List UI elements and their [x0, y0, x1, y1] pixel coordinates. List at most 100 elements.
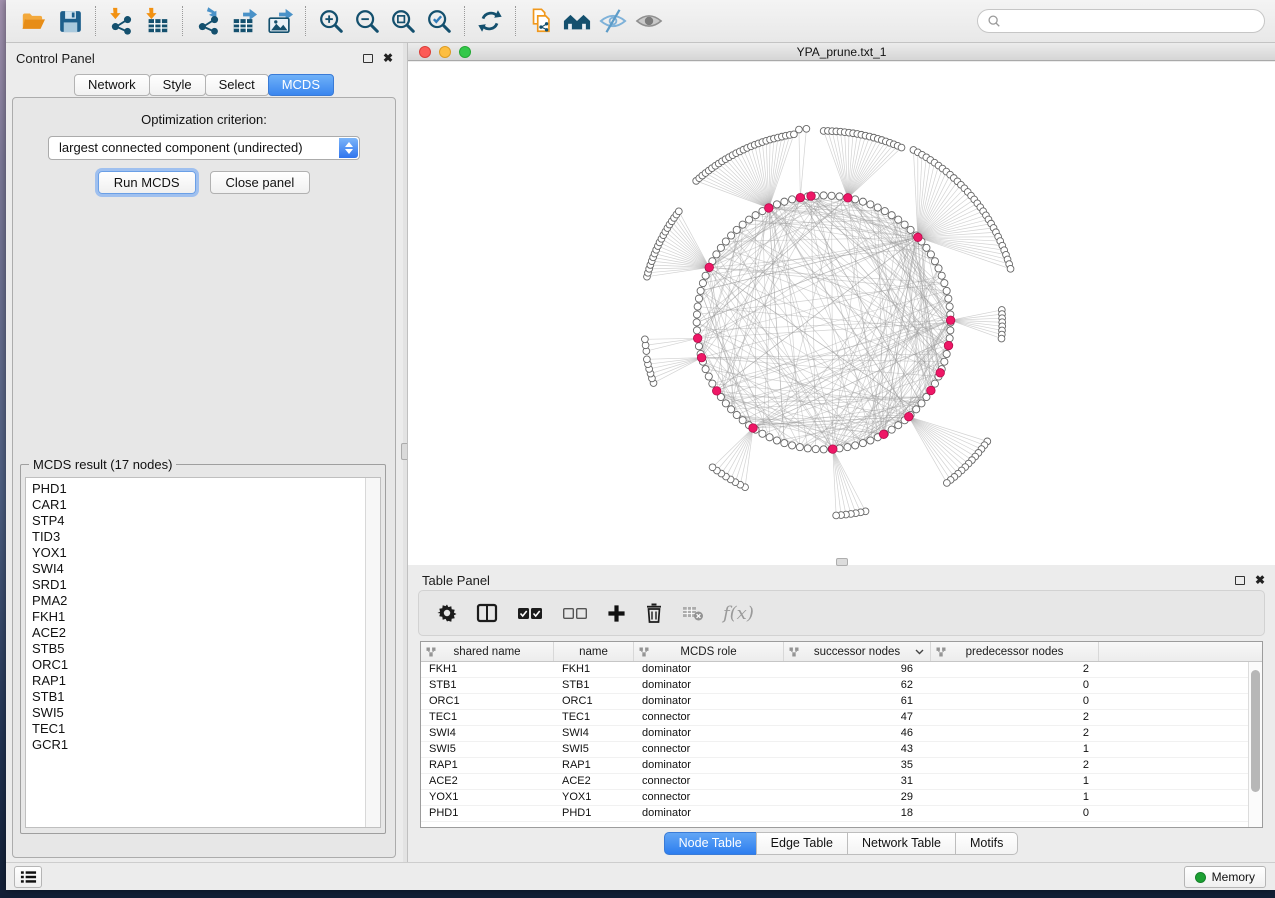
table-row[interactable]: ACE2ACE2connector311: [421, 774, 1262, 790]
hide-selected-button[interactable]: [595, 4, 631, 38]
maximize-traffic-light[interactable]: [459, 46, 471, 58]
zoom-selected-icon: [425, 7, 453, 35]
search-box[interactable]: [977, 9, 1265, 33]
tab-mcds[interactable]: MCDS: [268, 74, 334, 96]
mcds-result-item[interactable]: TEC1: [32, 721, 365, 737]
column-header-name[interactable]: name: [554, 642, 634, 661]
mcds-result-item[interactable]: PMA2: [32, 593, 365, 609]
mcds-result-item[interactable]: RAP1: [32, 673, 365, 689]
tab-select[interactable]: Select: [205, 74, 269, 96]
search-input[interactable]: [1007, 14, 1255, 28]
float-panel-icon[interactable]: [1235, 576, 1245, 585]
export-image-button[interactable]: [262, 4, 298, 38]
task-history-button[interactable]: [14, 866, 42, 888]
table-body: FKH1FKH1dominator962STB1STB1dominator620…: [421, 662, 1262, 822]
column-header-successor-nodes[interactable]: successor nodes: [784, 642, 931, 661]
zoom-fit-button[interactable]: [385, 4, 421, 38]
float-panel-icon[interactable]: [363, 54, 373, 63]
zoom-in-button[interactable]: [313, 4, 349, 38]
tab-style[interactable]: Style: [149, 74, 206, 96]
import-network-button[interactable]: [103, 4, 139, 38]
memory-button[interactable]: Memory: [1184, 866, 1266, 888]
zoom-out-button[interactable]: [349, 4, 385, 38]
function-builder-button[interactable]: f(x): [723, 603, 754, 624]
mcds-result-item[interactable]: STP4: [32, 513, 365, 529]
export-network-button[interactable]: [190, 4, 226, 38]
column-browser-button[interactable]: [476, 603, 498, 623]
show-all-button[interactable]: [631, 4, 667, 38]
table-cell: STB1: [421, 678, 554, 693]
first-neighbors-button[interactable]: [559, 4, 595, 38]
mcds-result-item[interactable]: SWI5: [32, 705, 365, 721]
mcds-result-item[interactable]: SRD1: [32, 577, 365, 593]
table-row[interactable]: PHD1PHD1dominator180: [421, 806, 1262, 822]
settings-button[interactable]: [437, 603, 457, 623]
column-header-filler: [1099, 642, 1262, 661]
column-header-MCDS-role[interactable]: MCDS role: [634, 642, 784, 661]
table-row[interactable]: SWI5SWI5connector431: [421, 742, 1262, 758]
table-row[interactable]: STB1STB1dominator620: [421, 678, 1262, 694]
table-row[interactable]: SWI4SWI4dominator462: [421, 726, 1262, 742]
close-traffic-light[interactable]: [419, 46, 431, 58]
scrollbar-thumb[interactable]: [1251, 670, 1260, 792]
mcds-result-item[interactable]: ACE2: [32, 625, 365, 641]
table-row[interactable]: ORC1ORC1dominator610: [421, 694, 1262, 710]
mcds-result-item[interactable]: YOX1: [32, 545, 365, 561]
copy-network-button[interactable]: [523, 4, 559, 38]
control-panel: Control Panel ✖ NetworkStyleSelectMCDS O…: [6, 43, 403, 862]
mcds-result-item[interactable]: FKH1: [32, 609, 365, 625]
delete-column-button[interactable]: [645, 603, 663, 623]
table-row[interactable]: FKH1FKH1dominator962: [421, 662, 1262, 678]
horizontal-splitter-handle[interactable]: [836, 558, 848, 566]
zoom-selected-button[interactable]: [421, 4, 457, 38]
export-table-button[interactable]: [226, 4, 262, 38]
mcds-result-item[interactable]: STB5: [32, 641, 365, 657]
select-all-button[interactable]: [517, 607, 543, 620]
mcds-result-item[interactable]: TID3: [32, 529, 365, 545]
mcds-result-item[interactable]: STB1: [32, 689, 365, 705]
close-panel-icon[interactable]: ✖: [383, 53, 393, 63]
add-column-button[interactable]: [607, 604, 626, 623]
run-mcds-button[interactable]: Run MCDS: [98, 171, 196, 194]
minimize-traffic-light[interactable]: [439, 46, 451, 58]
memory-status-icon: [1195, 872, 1206, 883]
node-table: shared namenameMCDS rolesuccessor nodesp…: [420, 641, 1263, 828]
tab-edge-table[interactable]: Edge Table: [756, 832, 848, 855]
column-header-shared-name[interactable]: shared name: [421, 642, 554, 661]
table-row[interactable]: YOX1YOX1connector291: [421, 790, 1262, 806]
mcds-result-item[interactable]: GCR1: [32, 737, 365, 753]
optimization-criterion-select[interactable]: largest connected component (undirected): [48, 136, 360, 160]
tab-network[interactable]: Network: [74, 74, 150, 96]
table-cell: connector: [634, 742, 784, 757]
network-canvas[interactable]: [408, 62, 1275, 565]
column-header-predecessor-nodes[interactable]: predecessor nodes: [931, 642, 1099, 661]
network-titlebar[interactable]: YPA_prune.txt_1: [408, 43, 1275, 61]
mcds-result-list[interactable]: PHD1CAR1STP4TID3YOX1SWI4SRD1PMA2FKH1ACE2…: [26, 478, 365, 827]
deselect-all-button[interactable]: [562, 607, 588, 620]
table-cell: ACE2: [554, 774, 634, 789]
mcds-result-item[interactable]: CAR1: [32, 497, 365, 513]
table-row[interactable]: RAP1RAP1dominator352: [421, 758, 1262, 774]
open-file-button[interactable]: [16, 4, 52, 38]
table-scrollbar[interactable]: [1248, 662, 1262, 827]
mcds-result-item[interactable]: ORC1: [32, 657, 365, 673]
close-panel-icon[interactable]: ✖: [1255, 575, 1265, 585]
import-table-button[interactable]: [139, 4, 175, 38]
tab-network-table[interactable]: Network Table: [847, 832, 956, 855]
task-list-icon: [20, 870, 37, 884]
optimization-criterion-value: largest connected component (undirected): [59, 140, 303, 155]
close-panel-button[interactable]: Close panel: [210, 171, 311, 194]
tab-motifs[interactable]: Motifs: [955, 832, 1018, 855]
table-cell: connector: [634, 790, 784, 805]
tab-node-table[interactable]: Node Table: [664, 832, 757, 855]
save-session-button[interactable]: [52, 4, 88, 38]
mcds-result-item[interactable]: SWI4: [32, 561, 365, 577]
delete-table-button[interactable]: [682, 604, 704, 622]
mcds-result-item[interactable]: PHD1: [32, 481, 365, 497]
table-cell: 0: [931, 678, 1099, 693]
select-stepper-icon: [339, 138, 358, 158]
mcds-result-scrollbar[interactable]: [365, 478, 380, 827]
apply-layout-button[interactable]: [472, 4, 508, 38]
network-graph[interactable]: [408, 62, 1275, 565]
table-row[interactable]: TEC1TEC1connector472: [421, 710, 1262, 726]
